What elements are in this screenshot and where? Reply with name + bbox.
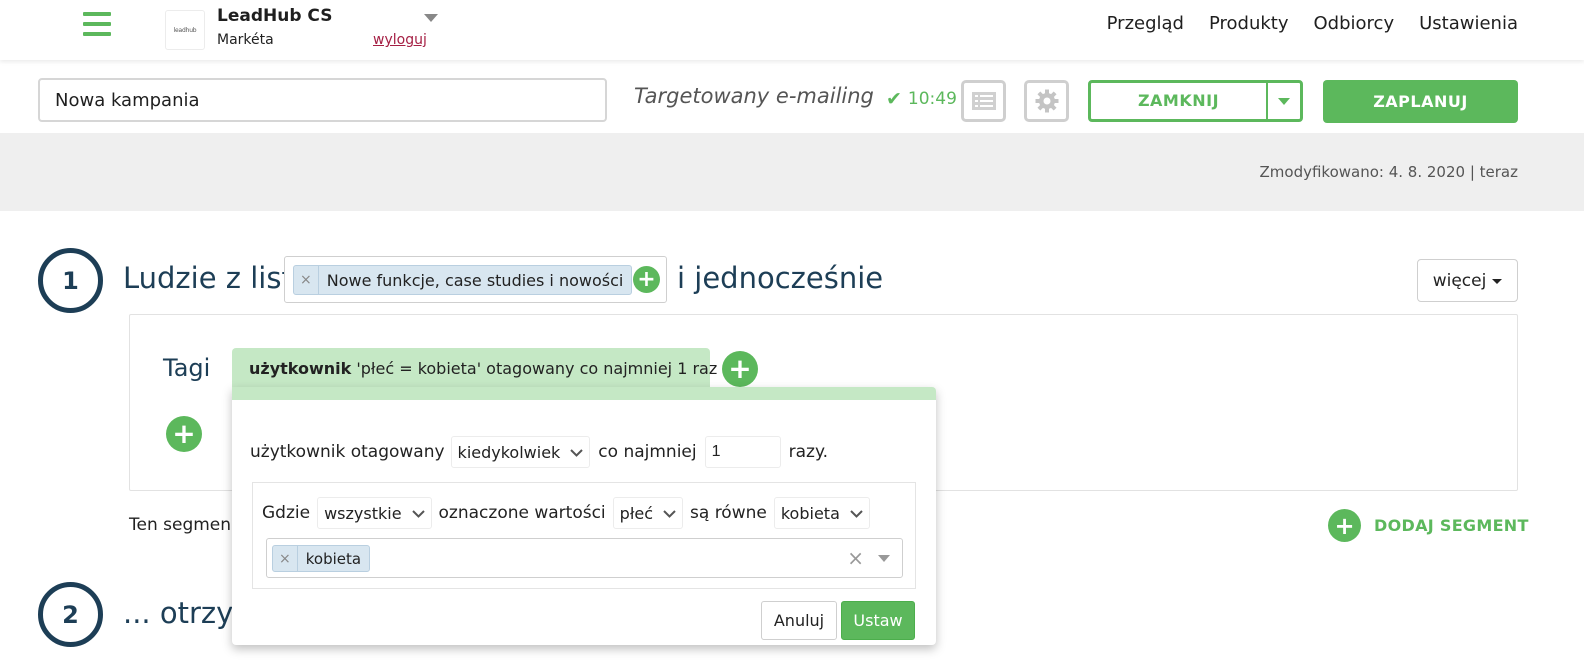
top-navigation-bar: leadhub LeadHub CS Markéta wyloguj Przeg… (0, 0, 1584, 60)
count-input[interactable] (704, 436, 781, 468)
save-status: ✔ 10:49 (886, 88, 957, 110)
value-multiselect[interactable]: × kobieta × (266, 538, 903, 578)
check-icon: ✔ (886, 88, 902, 110)
chevron-down-icon (411, 509, 425, 518)
quantifier-value: wszystkie (324, 503, 402, 523)
tagged-label: użytkownik otagowany (250, 442, 445, 462)
remove-chip-icon[interactable]: × (273, 546, 298, 571)
when-select[interactable]: kiedykolwiek (450, 436, 591, 468)
value-chip-label: kobieta (305, 549, 362, 568)
tag-summary-bold: użytkownik (249, 359, 352, 378)
main-nav: Przegląd Produkty Odbiorcy Ustawienia (1107, 13, 1518, 34)
add-tag-condition-button[interactable]: + (722, 351, 758, 387)
campaign-type: Targetowany e-mailing (634, 84, 874, 108)
tag-condition-editor: użytkownik otagowany kiedykolwiek co naj… (232, 387, 936, 645)
close-dropdown-toggle[interactable] (1268, 83, 1300, 119)
list-chip-label: Nowe funkcje, case studies i nowości (326, 270, 624, 290)
user-name: Markéta (217, 32, 274, 48)
settings-button[interactable] (1024, 80, 1069, 122)
tags-label: Tagi (163, 354, 211, 382)
tag-condition-tab[interactable]: użytkownik 'płeć = kobieta' otagowany co… (232, 348, 717, 390)
remove-chip-icon[interactable]: × (294, 266, 319, 294)
logout-link[interactable]: wyloguj (373, 32, 427, 48)
nav-settings[interactable]: Ustawienia (1419, 13, 1518, 34)
chevron-down-icon (850, 509, 863, 518)
value-chip: × kobieta (272, 545, 371, 572)
schedule-button[interactable]: ZAPLANUJ (1323, 80, 1518, 123)
save-time: 10:49 (907, 89, 957, 109)
step1-title: Ludzie z list (123, 261, 293, 295)
add-list-button[interactable]: + (633, 266, 660, 293)
cancel-button[interactable]: Anuluj (761, 601, 837, 640)
set-button[interactable]: Ustaw (841, 601, 915, 640)
chevron-down-icon (570, 448, 584, 457)
list-view-button[interactable] (961, 80, 1006, 122)
chevron-down-icon (1278, 97, 1290, 105)
field-select[interactable]: płeć (612, 497, 684, 529)
step-number-2: 2 (38, 582, 103, 647)
plus-icon: + (1328, 509, 1361, 542)
more-button[interactable]: więcej (1417, 259, 1518, 302)
gear-icon (1035, 89, 1058, 113)
add-segment-button[interactable]: + DODAJ SEGMENT (1328, 509, 1529, 542)
modified-info: Zmodyfikowano: 4. 8. 2020 | teraz (1259, 163, 1518, 181)
caret-down-icon[interactable] (878, 555, 890, 562)
nav-products[interactable]: Produkty (1209, 13, 1289, 34)
tag-summary-text: 'płeć = kobieta' otagowany co najmniej 1… (351, 359, 718, 378)
nav-overview[interactable]: Przegląd (1107, 13, 1184, 34)
chevron-down-icon (663, 509, 676, 518)
caret-down-icon (1492, 279, 1503, 284)
clear-icon[interactable]: × (847, 546, 864, 570)
where-label: Gdzie (262, 503, 311, 523)
list-icon (971, 92, 996, 110)
add-segment-label: DODAJ SEGMENT (1374, 516, 1529, 535)
value-filter-box: Gdzie wszystkie oznaczone wartości płeć … (252, 482, 916, 589)
campaign-name-input[interactable] (38, 78, 607, 122)
account-logo: leadhub (165, 10, 205, 50)
account-name: LeadHub CS (217, 6, 333, 26)
nav-recipients[interactable]: Odbiorcy (1314, 13, 1395, 34)
modified-band: Zmodyfikowano: 4. 8. 2020 | teraz (0, 133, 1584, 211)
operator-value: kobieta (780, 503, 840, 523)
value-filter-row: Gdzie wszystkie oznaczone wartości płeć … (262, 497, 870, 529)
close-button[interactable]: ZAMKNIJ (1088, 80, 1303, 122)
quantifier-select[interactable]: wszystkie (317, 497, 432, 529)
list-chip: × Nowe funkcje, case studies i nowości (293, 265, 633, 295)
times-label: razy. (788, 442, 828, 462)
list-selector[interactable]: × Nowe funkcje, case studies i nowości + (284, 256, 667, 303)
equal-label: są równe (690, 503, 767, 523)
segment-note: Ten segmen (129, 515, 232, 535)
operator-select[interactable]: kobieta (773, 497, 870, 529)
when-value: kiedykolwiek (457, 442, 561, 462)
marked-values-label: oznaczone wartości (438, 503, 606, 523)
tag-frequency-row: użytkownik otagowany kiedykolwiek co naj… (250, 436, 828, 468)
more-button-label: więcej (1432, 270, 1487, 291)
add-condition-button[interactable]: + (166, 416, 202, 452)
step1-conjunction: i jednocześnie (677, 261, 884, 295)
account-dropdown-caret-icon[interactable] (424, 14, 438, 22)
menu-icon[interactable] (83, 12, 111, 36)
step-number-1: 1 (38, 248, 103, 313)
field-value: płeć (619, 503, 654, 523)
close-button-label: ZAMKNIJ (1091, 83, 1268, 119)
at-least-label: co najmniej (598, 442, 697, 462)
